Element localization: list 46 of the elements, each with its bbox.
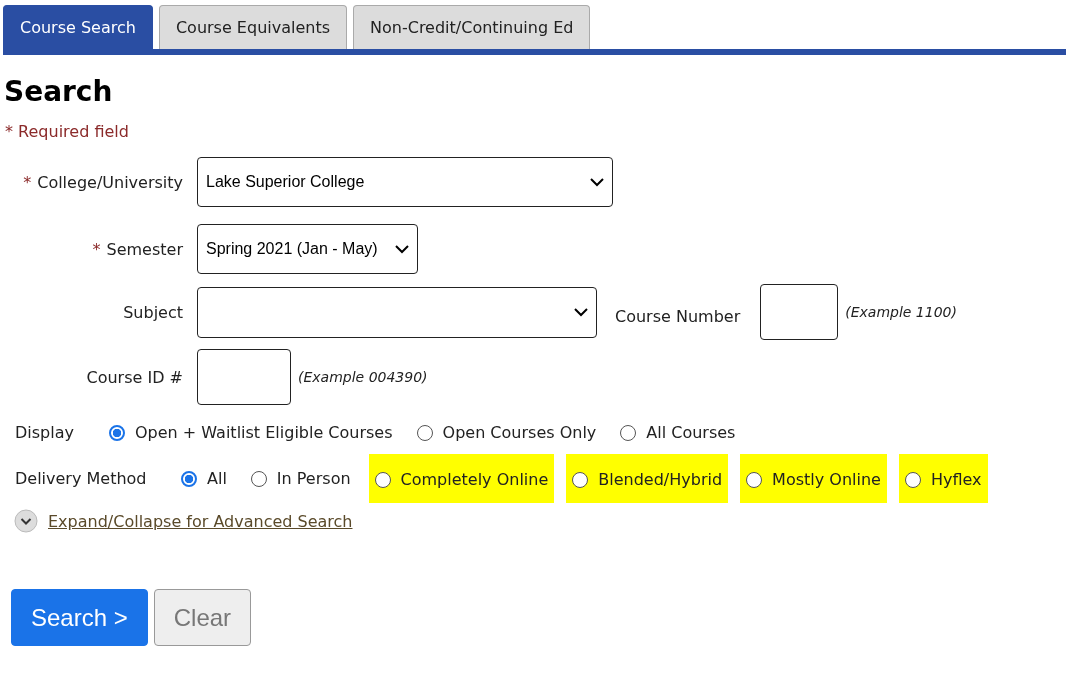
radio-icon[interactable] <box>181 470 197 487</box>
delivery-method-label: Delivery Method <box>15 469 148 488</box>
chevron-down-icon <box>395 244 409 254</box>
highlighted-radio-option[interactable]: Hyflex <box>898 454 988 503</box>
expand-chevron-icon[interactable] <box>14 509 38 533</box>
display-label: Display <box>15 423 75 442</box>
chevron-down-icon <box>590 177 604 187</box>
radio-icon[interactable] <box>416 424 433 441</box>
subject-select[interactable] <box>197 286 597 338</box>
field-label: Subject <box>123 302 183 322</box>
radio-icon[interactable] <box>746 471 763 488</box>
tab[interactable]: Course Search <box>3 5 153 49</box>
tab[interactable]: Non-Credit/Continuing Ed <box>353 5 591 49</box>
required-asterisk: * <box>92 239 101 259</box>
field-label: Semester <box>106 239 183 259</box>
radio-option[interactable]: In Person <box>244 469 357 488</box>
page-heading: Search <box>4 75 114 108</box>
course-id-field[interactable] <box>197 349 291 405</box>
clear-button[interactable]: Clear <box>153 589 252 646</box>
required-note: * Required field <box>5 122 130 141</box>
college-select[interactable]: Lake Superior College <box>197 157 613 207</box>
radio-option[interactable]: All <box>175 469 233 488</box>
radio-icon[interactable] <box>572 471 589 488</box>
field-label: Course Number <box>615 306 741 326</box>
semester-select[interactable]: Spring 2021 (Jan - May) <box>197 224 418 274</box>
radio-icon[interactable] <box>904 471 921 488</box>
radio-icon[interactable] <box>250 470 267 487</box>
example-hint: (Example 004390) <box>298 369 428 385</box>
tab[interactable]: Course Equivalents <box>158 5 348 49</box>
search-button[interactable]: Search > <box>11 589 148 646</box>
chevron-down-icon <box>574 307 588 317</box>
highlighted-radio-option[interactable]: Completely Online <box>368 454 555 503</box>
radio-icon[interactable] <box>109 424 125 441</box>
radio-option[interactable]: All Courses <box>614 423 742 442</box>
highlighted-radio-option[interactable]: Mostly Online <box>740 454 887 503</box>
course-number-field[interactable] <box>760 284 839 340</box>
required-asterisk: * <box>23 172 32 192</box>
advanced-search-link[interactable]: Expand/Collapse for Advanced Search <box>48 511 353 531</box>
example-hint: (Example 1100) <box>845 304 957 320</box>
radio-option[interactable]: Open + Waitlist Eligible Courses <box>103 423 399 442</box>
field-label: College/University <box>37 172 183 192</box>
radio-option[interactable]: Open Courses Only <box>410 423 603 442</box>
highlighted-radio-option[interactable]: Blended/Hybrid <box>566 454 729 503</box>
radio-icon[interactable] <box>620 424 637 441</box>
radio-icon[interactable] <box>374 471 391 488</box>
field-label: Course ID # <box>86 367 183 387</box>
